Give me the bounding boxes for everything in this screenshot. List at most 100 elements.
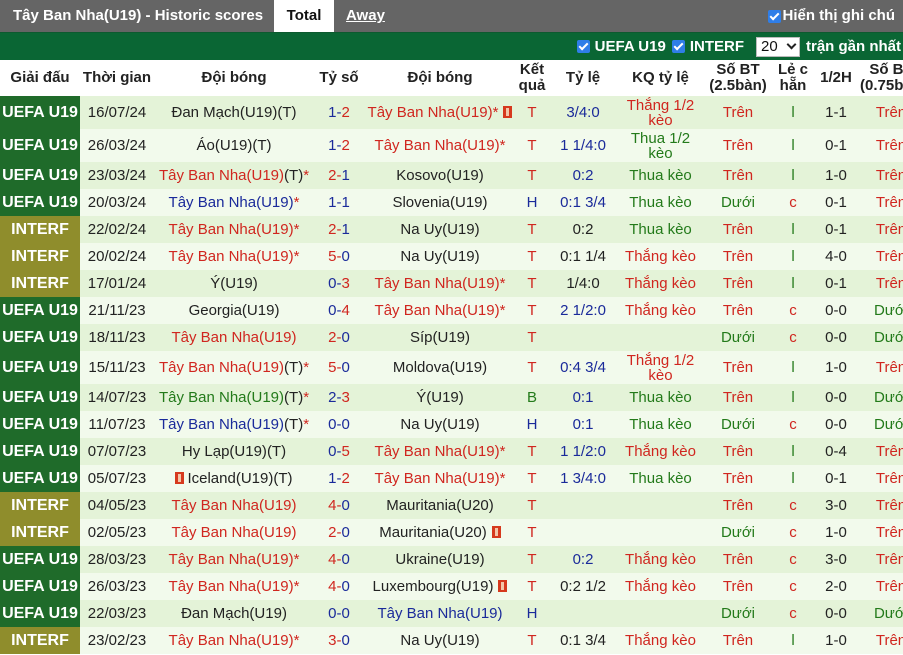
- away-team-name[interactable]: Mauritania(U20): [379, 524, 487, 541]
- away-team-cell[interactable]: Tây Ban Nha(U19)*: [364, 129, 516, 162]
- league-badge[interactable]: INTERF: [0, 270, 80, 297]
- home-team-name[interactable]: Tây Ban Nha(U19): [169, 578, 294, 595]
- league-badge[interactable]: UEFA U19: [0, 162, 80, 189]
- away-team-cell[interactable]: Na Uy(U19): [364, 243, 516, 270]
- home-team-name[interactable]: Hy Lạp(U19): [182, 443, 267, 460]
- home-team-cell[interactable]: Tây Ban Nha(U19)*: [154, 573, 314, 600]
- score[interactable]: 4-0: [314, 492, 364, 519]
- away-team-cell[interactable]: Luxembourg(U19): [364, 573, 516, 600]
- away-team-name[interactable]: Tây Ban Nha(U19): [375, 137, 500, 154]
- home-team-name[interactable]: Tây Ban Nha(U19): [159, 359, 284, 376]
- home-team-cell[interactable]: Ý(U19): [154, 270, 314, 297]
- away-team-name[interactable]: Kosovo(U19): [396, 167, 484, 184]
- league-badge[interactable]: UEFA U19: [0, 351, 80, 384]
- league-badge[interactable]: UEFA U19: [0, 384, 80, 411]
- away-team-cell[interactable]: Tây Ban Nha(U19)*: [364, 270, 516, 297]
- away-team-cell[interactable]: Mauritania(U20): [364, 492, 516, 519]
- away-team-cell[interactable]: Na Uy(U19): [364, 627, 516, 654]
- filter-interf[interactable]: INTERF: [671, 38, 744, 55]
- away-team-name[interactable]: Na Uy(U19): [400, 416, 479, 433]
- home-team-cell[interactable]: Tây Ban Nha(U19)(T)*: [154, 384, 314, 411]
- home-team-cell[interactable]: Tây Ban Nha(U19)(T)*: [154, 351, 314, 384]
- home-team-cell[interactable]: Tây Ban Nha(U19): [154, 492, 314, 519]
- away-team-name[interactable]: Tây Ban Nha(U19): [375, 302, 500, 319]
- league-badge[interactable]: UEFA U19: [0, 411, 80, 438]
- score[interactable]: 4-0: [314, 573, 364, 600]
- home-team-name[interactable]: Tây Ban Nha(U19): [169, 551, 294, 568]
- home-team-name[interactable]: Tây Ban Nha(U19): [169, 194, 294, 211]
- away-team-cell[interactable]: Tây Ban Nha(U19)*: [364, 465, 516, 492]
- score[interactable]: 2-3: [314, 384, 364, 411]
- show-notes-toggle[interactable]: Hiển thị ghi chú: [767, 0, 895, 32]
- show-notes-checkbox[interactable]: [767, 9, 781, 23]
- home-team-name[interactable]: Georgia(U19): [189, 302, 280, 319]
- home-team-cell[interactable]: Tây Ban Nha(U19)*: [154, 627, 314, 654]
- score[interactable]: 0-3: [314, 270, 364, 297]
- away-team-cell[interactable]: Na Uy(U19): [364, 216, 516, 243]
- home-team-name[interactable]: Ý(U19): [210, 275, 258, 292]
- away-team-cell[interactable]: Slovenia(U19): [364, 189, 516, 216]
- home-team-name[interactable]: Tây Ban Nha(U19): [159, 389, 284, 406]
- away-team-cell[interactable]: Tây Ban Nha(U19): [364, 600, 516, 627]
- home-team-name[interactable]: Đan Mạch(U19): [181, 605, 287, 622]
- score[interactable]: 3-0: [314, 627, 364, 654]
- away-team-cell[interactable]: Moldova(U19): [364, 351, 516, 384]
- league-badge[interactable]: INTERF: [0, 243, 80, 270]
- score[interactable]: 5-0: [314, 351, 364, 384]
- away-team-name[interactable]: Tây Ban Nha(U19): [368, 104, 493, 121]
- away-team-name[interactable]: Ukraine(U19): [395, 551, 484, 568]
- score[interactable]: 0-5: [314, 438, 364, 465]
- score[interactable]: 2-1: [314, 162, 364, 189]
- score[interactable]: 0-0: [314, 600, 364, 627]
- home-team-cell[interactable]: Tây Ban Nha(U19)*: [154, 216, 314, 243]
- league-badge[interactable]: UEFA U19: [0, 600, 80, 627]
- league-badge[interactable]: INTERF: [0, 519, 80, 546]
- home-team-name[interactable]: Tây Ban Nha(U19): [169, 248, 294, 265]
- away-team-cell[interactable]: Ý(U19): [364, 384, 516, 411]
- home-team-cell[interactable]: Đan Mạch(U19): [154, 600, 314, 627]
- league-badge[interactable]: UEFA U19: [0, 297, 80, 324]
- score[interactable]: 2-0: [314, 519, 364, 546]
- home-team-cell[interactable]: Tây Ban Nha(U19)*: [154, 189, 314, 216]
- home-team-cell[interactable]: Tây Ban Nha(U19)*: [154, 546, 314, 573]
- away-team-name[interactable]: Moldova(U19): [393, 359, 487, 376]
- score[interactable]: 1-2: [314, 465, 364, 492]
- league-badge[interactable]: INTERF: [0, 627, 80, 654]
- home-team-cell[interactable]: Tây Ban Nha(U19)(T)*: [154, 162, 314, 189]
- home-team-name[interactable]: Tây Ban Nha(U19): [171, 497, 296, 514]
- home-team-cell[interactable]: Hy Lạp(U19)(T): [154, 438, 314, 465]
- league-badge[interactable]: UEFA U19: [0, 324, 80, 351]
- score[interactable]: 0-4: [314, 297, 364, 324]
- league-badge[interactable]: UEFA U19: [0, 129, 80, 162]
- tab-total[interactable]: Total: [274, 0, 334, 32]
- home-team-cell[interactable]: Tây Ban Nha(U19)(T)*: [154, 411, 314, 438]
- away-team-cell[interactable]: Tây Ban Nha(U19)*: [364, 96, 516, 129]
- away-team-cell[interactable]: Tây Ban Nha(U19)*: [364, 438, 516, 465]
- home-team-name[interactable]: Đan Mạch(U19): [171, 104, 277, 121]
- away-team-name[interactable]: Mauritania(U20): [386, 497, 494, 514]
- interf-checkbox[interactable]: [671, 40, 685, 53]
- away-team-cell[interactable]: Kosovo(U19): [364, 162, 516, 189]
- home-team-cell[interactable]: Tây Ban Nha(U19): [154, 519, 314, 546]
- away-team-name[interactable]: Tây Ban Nha(U19): [375, 443, 500, 460]
- home-team-cell[interactable]: Áo(U19)(T): [154, 129, 314, 162]
- league-badge[interactable]: UEFA U19: [0, 189, 80, 216]
- away-team-name[interactable]: Na Uy(U19): [400, 248, 479, 265]
- away-team-name[interactable]: Na Uy(U19): [400, 632, 479, 649]
- league-badge[interactable]: UEFA U19: [0, 573, 80, 600]
- home-team-cell[interactable]: Tây Ban Nha(U19)*: [154, 243, 314, 270]
- home-team-name[interactable]: Tây Ban Nha(U19): [159, 416, 284, 433]
- away-team-name[interactable]: Na Uy(U19): [400, 221, 479, 238]
- away-team-cell[interactable]: Ukraine(U19): [364, 546, 516, 573]
- score[interactable]: 2-0: [314, 324, 364, 351]
- away-team-cell[interactable]: Síp(U19): [364, 324, 516, 351]
- score[interactable]: 1-2: [314, 129, 364, 162]
- away-team-cell[interactable]: Tây Ban Nha(U19)*: [364, 297, 516, 324]
- away-team-name[interactable]: Síp(U19): [410, 329, 470, 346]
- match-count-select[interactable]: 20: [755, 36, 800, 57]
- league-badge[interactable]: INTERF: [0, 492, 80, 519]
- league-badge[interactable]: UEFA U19: [0, 546, 80, 573]
- away-team-name[interactable]: Tây Ban Nha(U19): [375, 275, 500, 292]
- tab-away[interactable]: Away: [334, 0, 397, 32]
- home-team-cell[interactable]: Georgia(U19): [154, 297, 314, 324]
